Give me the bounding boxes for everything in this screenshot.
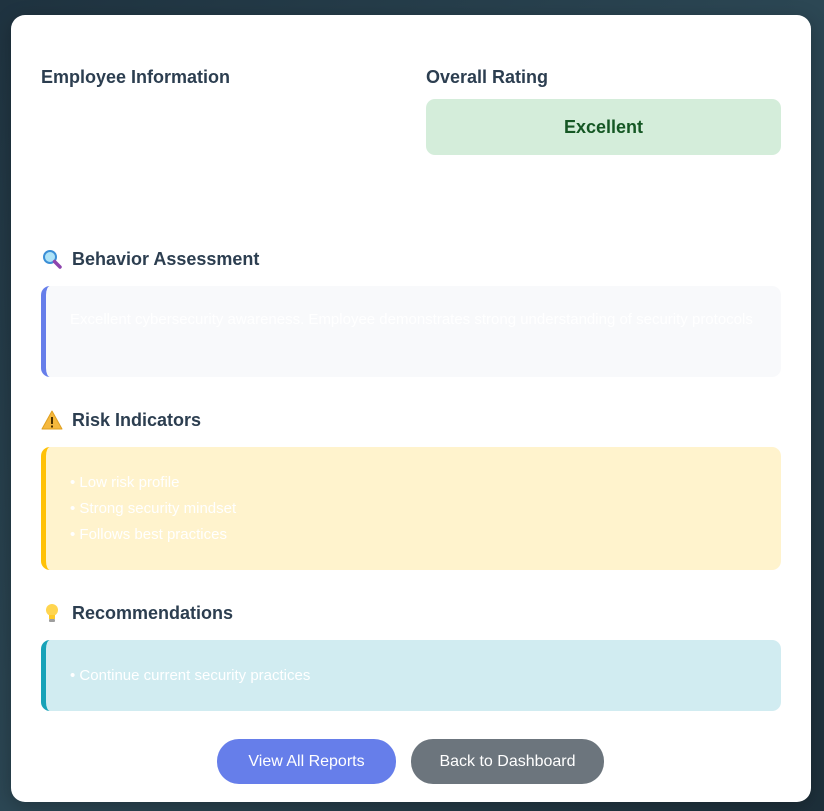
employee-information-title: Employee Information (41, 67, 231, 87)
risk-indicators-title: Risk Indicators (72, 409, 202, 430)
behavior-assessment-heading: Behavior Assessment (41, 248, 259, 270)
list-item: Follows best practices (70, 522, 757, 548)
warning-icon (41, 409, 63, 431)
behavior-assessment-box: Excellent cybersecurity awareness. Emplo… (41, 286, 781, 377)
risk-indicators-box: Low risk profile Strong security mindset… (41, 447, 781, 570)
magnifier-icon (41, 248, 63, 270)
assessment-card: Employee Information Overall Rating Exce… (11, 15, 811, 802)
behavior-assessment-text: Excellent cybersecurity awareness. Emplo… (70, 311, 753, 328)
recommendations-title: Recommendations (72, 602, 234, 623)
list-item: Strong security mindset (70, 496, 757, 522)
overall-rating-badge: Excellent (426, 99, 781, 155)
lightbulb-icon (41, 602, 63, 624)
behavior-assessment-title: Behavior Assessment (72, 248, 260, 269)
recommendations-box: Continue current security practices (41, 640, 781, 711)
recommendations-heading: Recommendations (41, 602, 233, 624)
list-item: Continue current security practices (70, 663, 757, 689)
back-to-dashboard-button[interactable]: Back to Dashboard (411, 739, 604, 784)
list-item: Low risk profile (70, 470, 757, 496)
risk-indicators-heading: Risk Indicators (41, 409, 201, 431)
overall-rating-title: Overall Rating (426, 67, 549, 87)
view-all-reports-button[interactable]: View All Reports (217, 739, 396, 784)
